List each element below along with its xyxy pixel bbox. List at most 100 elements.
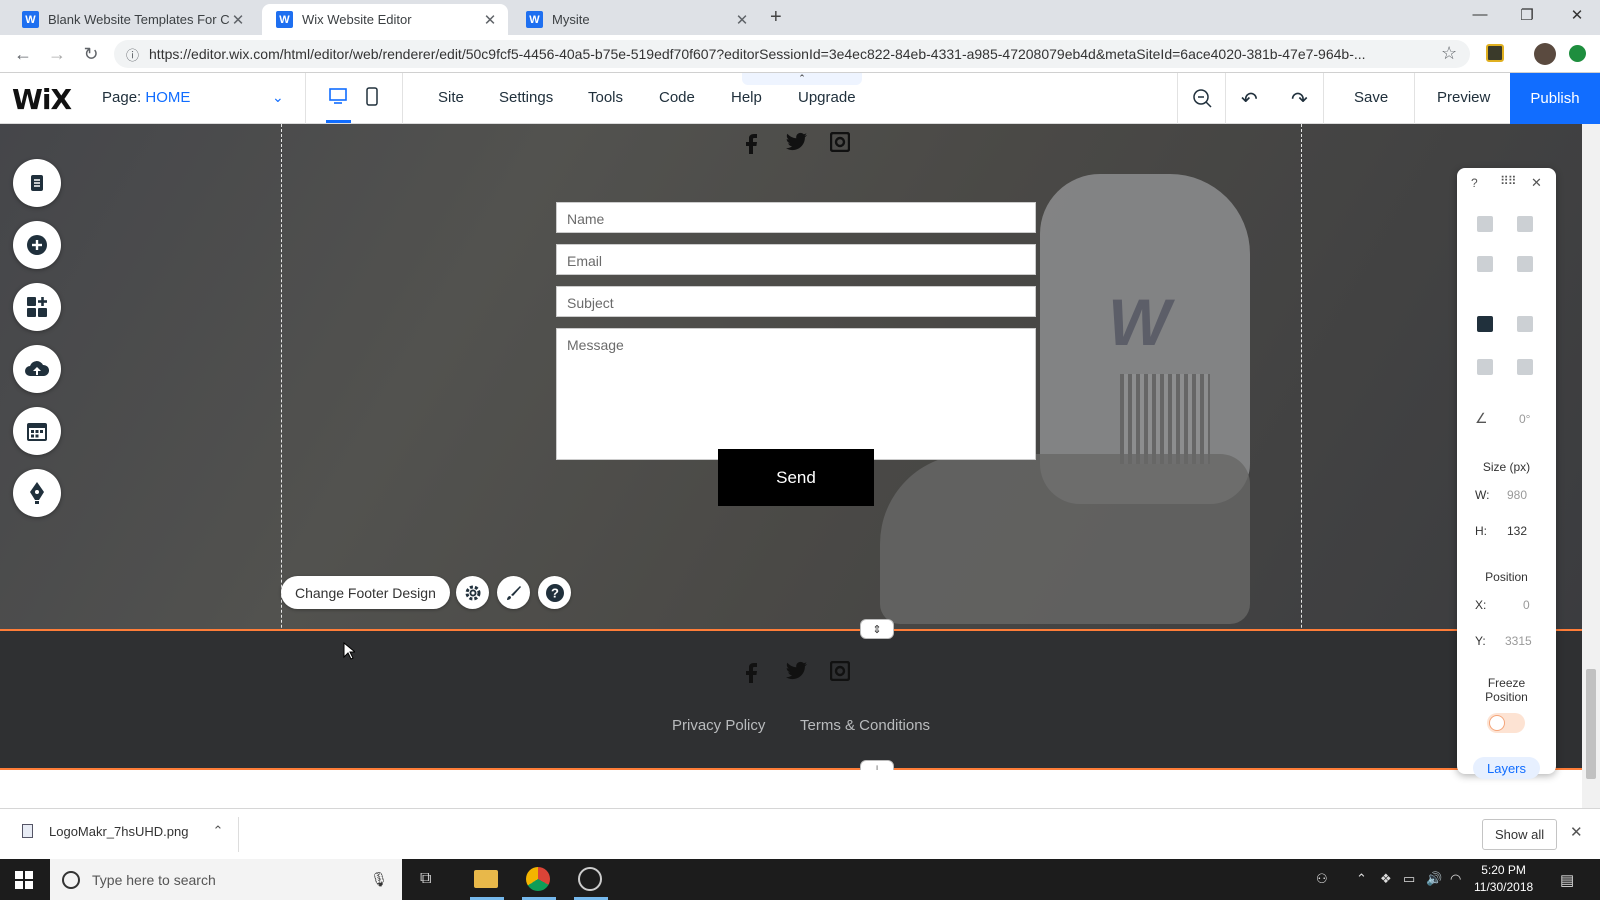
- browser-tab-active[interactable]: W Wix Website Editor ✕: [262, 4, 508, 35]
- x-value[interactable]: 0: [1523, 598, 1530, 612]
- close-tab-icon[interactable]: ✕: [230, 11, 246, 29]
- minimize-icon[interactable]: —: [1465, 6, 1495, 23]
- email-field[interactable]: Email: [556, 244, 1036, 275]
- scrollbar-thumb[interactable]: [1586, 669, 1596, 779]
- height-value[interactable]: 132: [1507, 524, 1527, 538]
- profile-avatar[interactable]: [1534, 43, 1556, 65]
- close-downloads-icon[interactable]: ✕: [1570, 823, 1583, 841]
- menu-upgrade[interactable]: Upgrade: [798, 89, 856, 106]
- close-tab-icon[interactable]: ✕: [482, 11, 498, 29]
- undo-icon[interactable]: ↶: [1241, 87, 1263, 111]
- design-brush-icon[interactable]: [497, 576, 530, 609]
- collapse-topbar-handle[interactable]: ⌃: [742, 73, 862, 85]
- duplicate-icon[interactable]: [1477, 256, 1493, 272]
- instagram-icon[interactable]: [830, 132, 850, 152]
- dropbox-icon[interactable]: ❖: [1380, 871, 1392, 887]
- freeze-position-toggle[interactable]: [1487, 713, 1525, 733]
- help-icon[interactable]: ?: [538, 576, 571, 609]
- file-explorer-icon[interactable]: [474, 870, 498, 888]
- download-item[interactable]: LogoMakr_7hsUHD.png ⌃: [22, 823, 223, 839]
- reload-icon[interactable]: ↻: [80, 44, 102, 64]
- delete-icon[interactable]: [1517, 256, 1533, 272]
- back-icon[interactable]: ←: [12, 44, 34, 64]
- desktop-view-icon[interactable]: [328, 87, 348, 105]
- rotation-value[interactable]: 0°: [1519, 412, 1530, 426]
- volume-icon[interactable]: 🔊: [1426, 871, 1442, 887]
- panel-close-icon[interactable]: ✕: [1531, 175, 1542, 191]
- terms-conditions-link[interactable]: Terms & Conditions: [800, 717, 930, 734]
- menu-code[interactable]: Code: [659, 89, 695, 106]
- taskbar-clock[interactable]: 5:20 PM 11/30/2018: [1474, 862, 1533, 896]
- extension-green-icon[interactable]: [1569, 45, 1586, 62]
- footer-stretch-handle-icon[interactable]: ⇕: [860, 619, 894, 639]
- obs-icon[interactable]: [578, 867, 602, 891]
- chrome-icon[interactable]: [526, 867, 550, 891]
- restore-icon[interactable]: ❐: [1512, 6, 1542, 24]
- menu-site[interactable]: Site: [438, 89, 464, 106]
- match-size-icon[interactable]: [1517, 359, 1533, 375]
- menu-tools[interactable]: Tools: [588, 89, 623, 106]
- width-value[interactable]: 980: [1507, 488, 1527, 502]
- copy-icon[interactable]: [1477, 216, 1493, 232]
- layers-button[interactable]: Layers: [1473, 757, 1540, 779]
- distribute-icon[interactable]: [1477, 359, 1493, 375]
- add-apps-button[interactable]: [13, 283, 61, 331]
- chevron-down-icon[interactable]: ⌄: [272, 89, 284, 106]
- facebook-icon[interactable]: [742, 132, 762, 154]
- mobile-view-icon[interactable]: [366, 87, 378, 107]
- windows-start-icon[interactable]: [15, 871, 33, 889]
- footer-section[interactable]: ⇕ Privacy Policy Terms & Conditions ⤓: [0, 619, 1582, 780]
- settings-gear-icon[interactable]: [456, 576, 489, 609]
- save-button[interactable]: Save: [1354, 89, 1388, 106]
- menu-help[interactable]: Help: [731, 89, 762, 106]
- arrange-icon[interactable]: [1477, 316, 1493, 332]
- twitter-icon[interactable]: [786, 661, 807, 681]
- zoom-icon[interactable]: [1191, 87, 1213, 109]
- redo-icon[interactable]: ↷: [1291, 87, 1313, 111]
- forward-icon[interactable]: →: [46, 44, 68, 64]
- taskbar-search[interactable]: Type here to search 🎙: [50, 859, 402, 900]
- tray-chevron-icon[interactable]: ⌃: [1356, 871, 1367, 887]
- address-bar[interactable]: ⓘ https://editor.wix.com/html/editor/web…: [114, 40, 1470, 68]
- subject-field[interactable]: Subject: [556, 286, 1036, 317]
- bookings-calendar-button[interactable]: [13, 407, 61, 455]
- close-tab-icon[interactable]: ✕: [734, 11, 750, 29]
- browser-tab[interactable]: W Blank Website Templates For Cre ✕: [8, 4, 256, 35]
- send-button[interactable]: Send: [718, 449, 874, 506]
- twitter-icon[interactable]: [786, 132, 807, 152]
- page-selector[interactable]: Page: HOME: [102, 89, 190, 106]
- blog-pen-button[interactable]: [13, 469, 61, 517]
- preview-button[interactable]: Preview: [1437, 89, 1490, 106]
- publish-button[interactable]: Publish: [1510, 73, 1600, 124]
- microphone-icon[interactable]: 🎙: [370, 871, 388, 888]
- notifications-icon[interactable]: ▤: [1560, 871, 1574, 889]
- info-icon[interactable]: ⓘ: [126, 45, 139, 64]
- new-tab-icon[interactable]: +: [770, 6, 782, 29]
- change-footer-design-button[interactable]: Change Footer Design: [281, 576, 450, 609]
- align-icon[interactable]: [1517, 316, 1533, 332]
- menu-settings[interactable]: Settings: [499, 89, 553, 106]
- facebook-icon[interactable]: [742, 661, 762, 683]
- upload-media-button[interactable]: [13, 345, 61, 393]
- chevron-up-icon[interactable]: ⌃: [212, 823, 223, 839]
- y-value[interactable]: 3315: [1505, 634, 1532, 648]
- instagram-icon[interactable]: [830, 661, 850, 681]
- browser-tab[interactable]: W Mysite ✕: [512, 4, 760, 35]
- message-field[interactable]: Message: [556, 328, 1036, 460]
- paste-icon[interactable]: [1517, 216, 1533, 232]
- name-field[interactable]: Name: [556, 202, 1036, 233]
- task-view-icon[interactable]: ⧉: [420, 870, 444, 894]
- add-element-button[interactable]: [13, 221, 61, 269]
- editor-canvas[interactable]: W Name Email Subject Message Send Change…: [0, 124, 1582, 808]
- pages-menu-button[interactable]: [13, 159, 61, 207]
- privacy-policy-link[interactable]: Privacy Policy: [672, 717, 765, 734]
- wifi-icon[interactable]: ◠: [1450, 871, 1461, 887]
- battery-icon[interactable]: ▭: [1403, 871, 1415, 887]
- extension-icon[interactable]: [1486, 44, 1504, 62]
- people-icon[interactable]: ⚇: [1316, 871, 1328, 887]
- panel-help-icon[interactable]: ?: [1471, 176, 1478, 190]
- drag-handle-icon[interactable]: ⠿⠿: [1500, 174, 1517, 188]
- window-close-icon[interactable]: ✕: [1562, 6, 1592, 24]
- bookmark-star-icon[interactable]: ☆: [1441, 43, 1457, 64]
- stage-scrollbar[interactable]: [1582, 124, 1600, 808]
